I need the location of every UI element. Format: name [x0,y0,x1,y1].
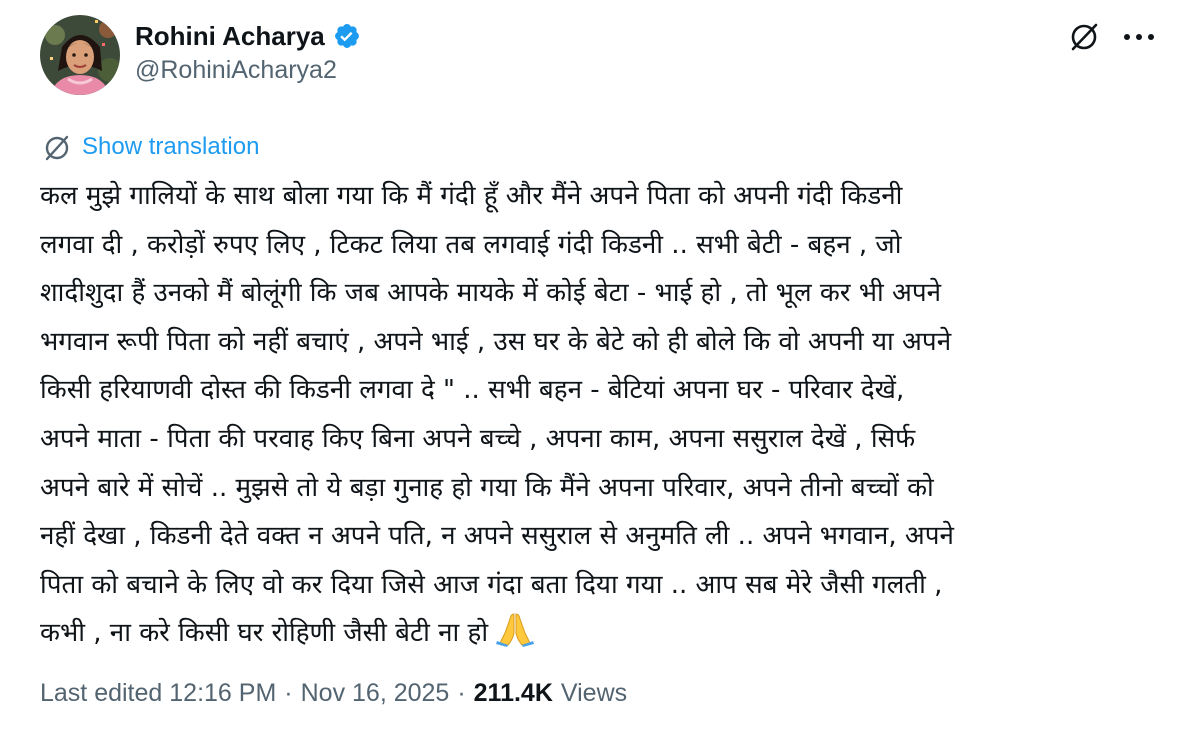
more-options-button[interactable] [1115,20,1163,54]
tweet-line: अपने माता - पिता की परवाह किए बिना अपने … [40,423,916,454]
tweet-text: कल मुझे गालियों के साथ बोला गया कि मैं ग… [40,172,1158,658]
author-name-row: Rohini Acharya [135,18,361,54]
tweet-line: अपने बारे में सोचें .. मुझसे तो ये बड़ा … [40,472,934,503]
grok-button[interactable] [1064,20,1104,54]
tweet-last-line: कभी , ना करे किसी घर रोहिणी जैसी बेटी ना… [40,609,1158,658]
display-name[interactable]: Rohini Acharya [135,21,325,52]
tweet-line: पिता को बचाने के लिए वो कर दिया जिसे आज … [40,569,943,600]
author-handle[interactable]: @RohiniAcharya2 [135,56,337,85]
tweet-line: कल मुझे गालियों के साथ बोला गया कि मैं ग… [40,181,903,211]
post-date[interactable]: Nov 16, 2025 [301,679,450,708]
tweet-meta: Last edited 12:16 PM · Nov 16, 2025 · 21… [40,675,627,711]
show-translation-label: Show translation [82,133,260,160]
views-count: 211.4K [473,678,553,707]
edited-timestamp[interactable]: Last edited 12:16 PM [40,679,276,708]
profile-photo [40,15,120,95]
grok-icon [1071,23,1098,51]
show-translation-link[interactable]: Show translation [42,130,259,164]
tweet-line: नहीं देखा , किडनी देते वक्त न अपने पति, … [40,521,954,552]
verified-badge-icon[interactable] [333,22,361,50]
avatar[interactable] [40,15,120,95]
meta-separator: · [284,678,293,707]
tweet-line: शादीशुदा हैं उनको मैं बोलूंगी कि जब आपके… [40,278,942,309]
tweet-card: Rohini Acharya @RohiniAcharya2 Show tran… [0,0,1200,731]
tweet-line: लगवा दी , करोड़ों रुपए लिए , टिकट लिया त… [40,229,902,260]
views-label: Views [560,678,628,707]
tweet-line: किसी हरियाणवी दोस्त की किडनी लगवा दे " .… [40,375,905,406]
meta-separator: · [457,678,466,707]
tweet-line: भगवान रूपी पिता को नहीं बचाएं , अपने भाई… [40,326,952,357]
more-dots-icon [1124,34,1154,40]
tweet-line: कभी , ना करे किसी घर रोहिणी जैसी बेटी ना… [40,618,489,649]
folded-hands-emoji [496,613,535,648]
translate-icon [45,135,69,161]
